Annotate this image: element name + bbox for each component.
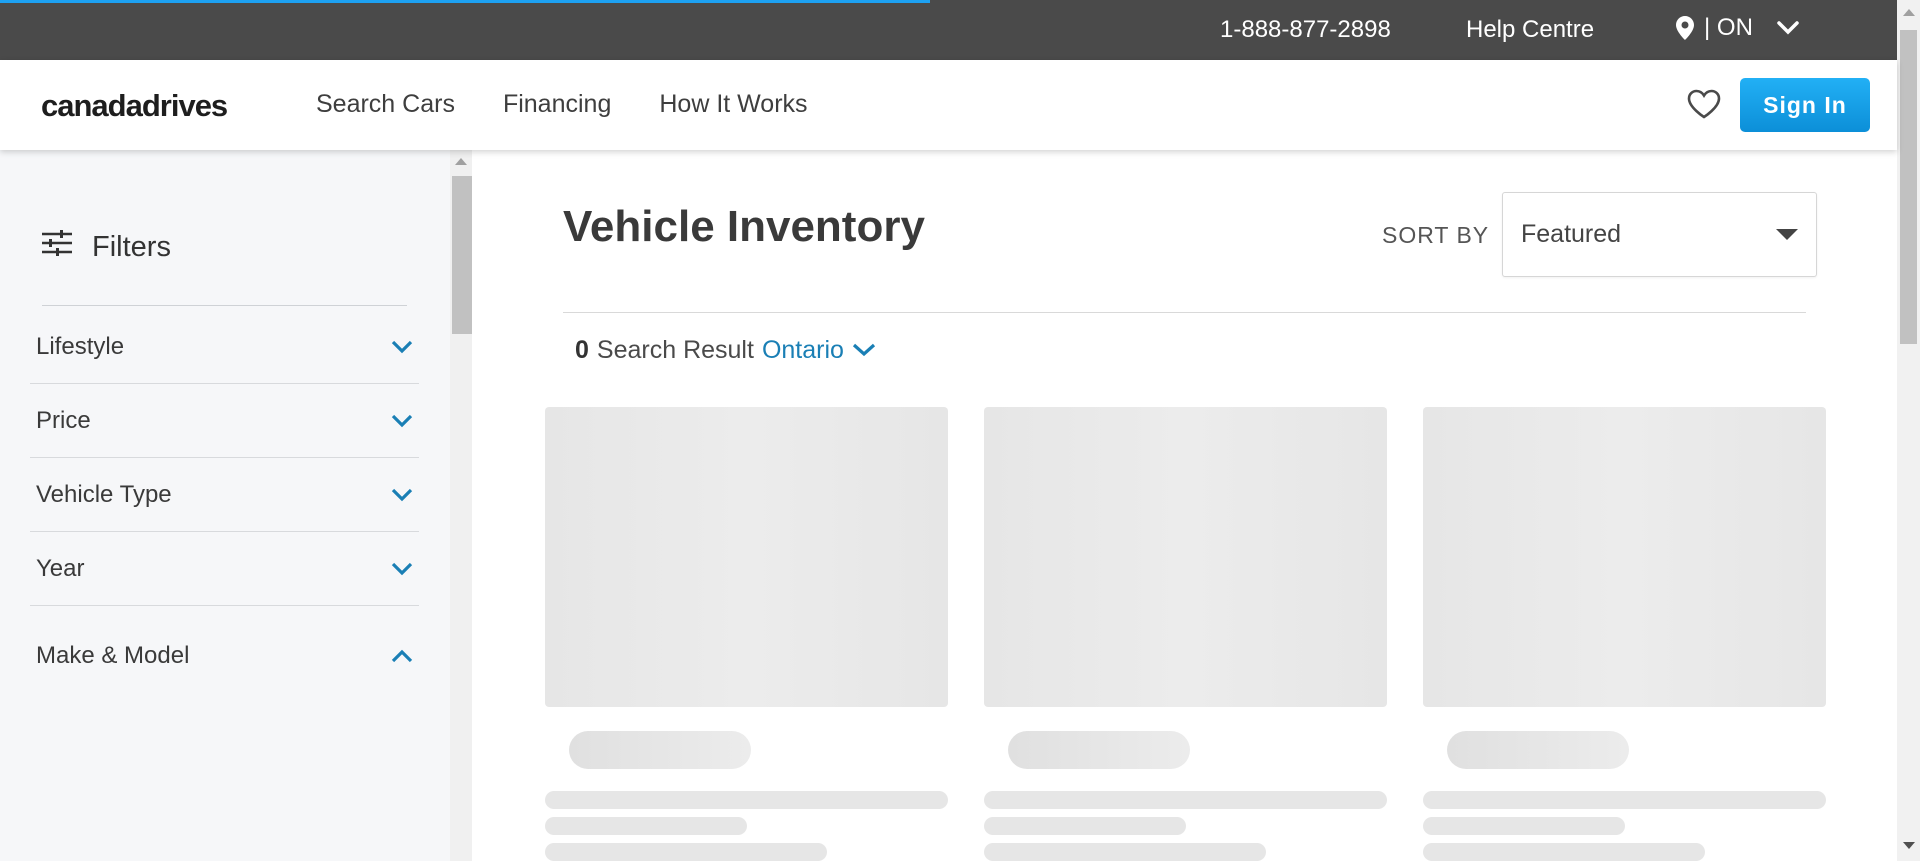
filter-year[interactable]: Year — [30, 532, 419, 606]
chevron-down-icon — [391, 555, 413, 583]
sort-dropdown[interactable]: Featured — [1502, 192, 1817, 277]
text-placeholder — [1423, 791, 1826, 809]
results-location-link[interactable]: Ontario — [762, 336, 844, 365]
text-placeholder — [984, 817, 1186, 835]
sign-in-button[interactable]: Sign In — [1740, 78, 1870, 132]
sidebar-scrollbar[interactable] — [450, 150, 472, 861]
filters-title: Filters — [92, 230, 171, 263]
results-text: Search Result — [596, 336, 754, 364]
help-centre-link[interactable]: Help Centre — [1466, 16, 1594, 44]
filter-make-model[interactable]: Make & Model — [30, 606, 419, 706]
location-pin-icon — [1676, 16, 1694, 40]
image-placeholder — [545, 407, 948, 707]
page-scrollbar[interactable] — [1897, 0, 1920, 861]
main-nav: Search Cars Financing How It Works — [316, 90, 808, 119]
image-placeholder — [1423, 407, 1826, 707]
chevron-down-icon — [1777, 21, 1799, 35]
nav-search-cars[interactable]: Search Cars — [316, 90, 455, 119]
vehicle-card-skeleton — [545, 407, 948, 861]
text-placeholder — [1423, 817, 1625, 835]
text-placeholder — [545, 843, 827, 861]
main-header: canadadrives Search Cars Financing How I… — [0, 60, 1897, 150]
page-title: Vehicle Inventory — [563, 202, 925, 251]
results-summary: 0 Search Result Ontario — [575, 336, 876, 365]
filters-heading: Filters — [42, 230, 171, 264]
scroll-down-arrow-icon[interactable] — [1903, 842, 1915, 849]
chevron-down-icon — [391, 481, 413, 509]
nav-how-it-works[interactable]: How It Works — [659, 90, 807, 119]
nav-financing[interactable]: Financing — [503, 90, 611, 119]
scroll-up-arrow-icon[interactable] — [455, 158, 467, 165]
text-placeholder — [984, 791, 1387, 809]
filter-label: Year — [36, 554, 85, 582]
filter-label: Lifestyle — [36, 332, 125, 360]
scroll-up-arrow-icon[interactable] — [1903, 9, 1915, 16]
filter-lifestyle[interactable]: Lifestyle — [30, 310, 419, 384]
canadadrives-logo[interactable]: canadadrives — [41, 88, 228, 124]
chevron-down-icon — [391, 333, 413, 361]
chevron-down-icon — [391, 407, 413, 435]
caret-down-icon — [1776, 229, 1798, 240]
page-scroll-thumb[interactable] — [1900, 30, 1917, 344]
vehicle-card-skeleton — [1423, 407, 1826, 861]
text-placeholder — [984, 843, 1266, 861]
badge-placeholder — [569, 731, 751, 769]
badge-placeholder — [1008, 731, 1190, 769]
text-placeholder — [545, 817, 747, 835]
vehicle-card-skeleton — [984, 407, 1387, 861]
divider — [563, 312, 1806, 313]
image-placeholder — [984, 407, 1387, 707]
region-selector[interactable]: | ON — [1676, 14, 1799, 42]
badge-placeholder — [1447, 731, 1629, 769]
favorites-heart-icon[interactable] — [1686, 88, 1722, 125]
results-count: 0 — [575, 336, 589, 364]
region-label: | ON — [1704, 14, 1753, 41]
filter-label: Price — [36, 406, 91, 434]
phone-link[interactable]: 1-888-877-2898 — [1220, 16, 1391, 44]
filters-sidebar: Filters Lifestyle Price Vehicle Type Yea… — [0, 150, 450, 861]
filter-label: Vehicle Type — [36, 480, 172, 508]
main-content: Vehicle Inventory SORT BY Featured 0 Sea… — [472, 150, 1897, 861]
page-load-progress — [0, 0, 930, 3]
sidebar-scroll-thumb[interactable] — [452, 176, 472, 334]
filter-sliders-icon — [42, 230, 72, 264]
filter-price[interactable]: Price — [30, 384, 419, 458]
filter-label: Make & Model — [36, 642, 190, 669]
text-placeholder — [545, 791, 948, 809]
text-placeholder — [1423, 843, 1705, 861]
filter-list: Lifestyle Price Vehicle Type Year Make &… — [30, 310, 419, 706]
chevron-up-icon — [391, 642, 413, 670]
utility-bar: 1-888-877-2898 Help Centre | ON — [0, 0, 1897, 60]
chevron-down-icon[interactable] — [852, 336, 876, 365]
sort-by-label: SORT BY — [1382, 222, 1490, 248]
divider — [42, 305, 407, 306]
filter-vehicle-type[interactable]: Vehicle Type — [30, 458, 419, 532]
sort-value: Featured — [1521, 220, 1622, 248]
